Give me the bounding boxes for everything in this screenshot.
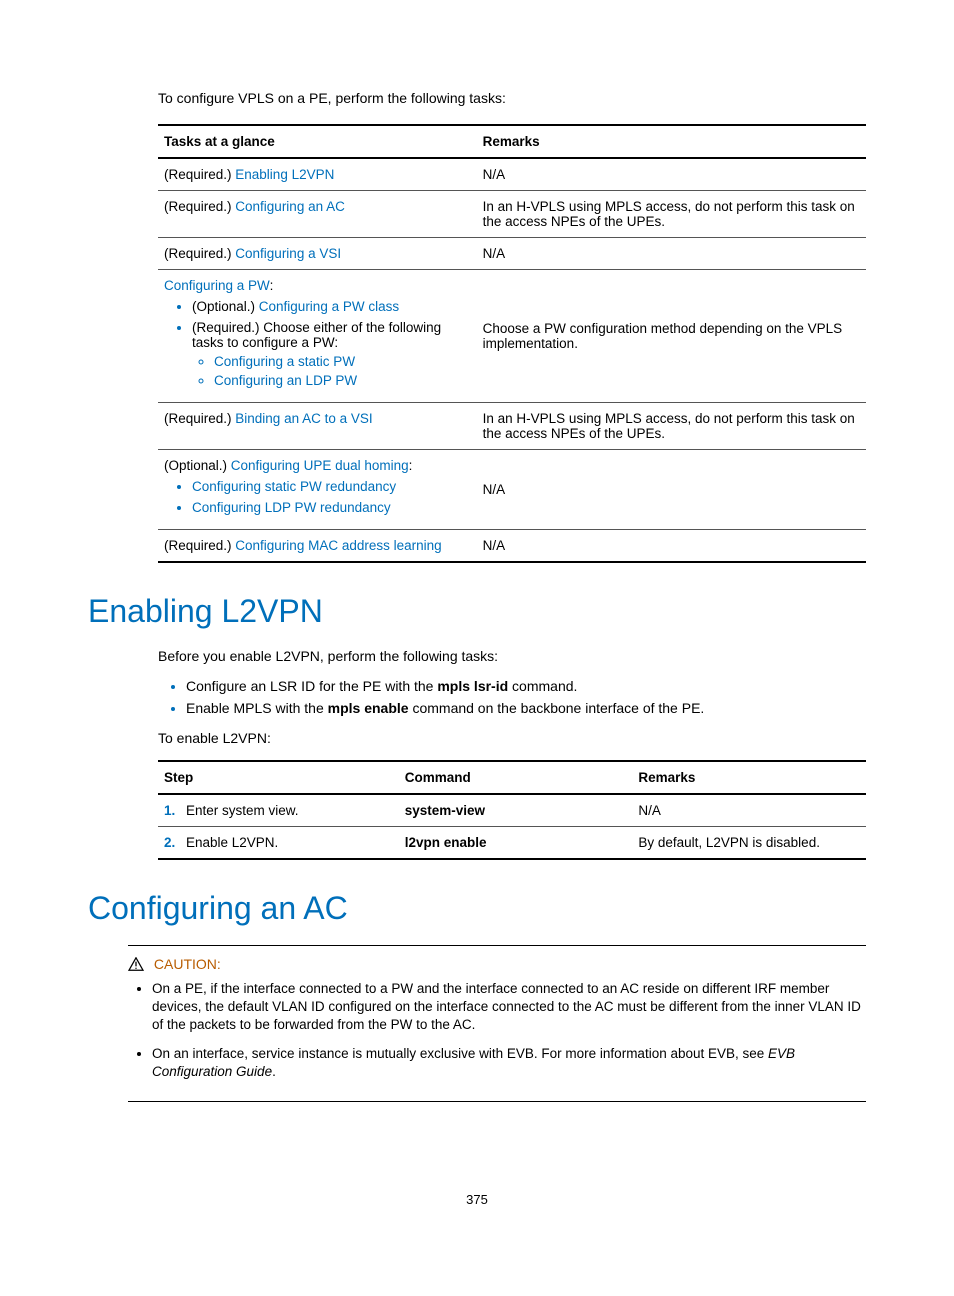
step-number: 2. — [164, 835, 186, 850]
task-row: (Optional.) Configuring UPE dual homing:… — [158, 450, 866, 530]
task-prefix: (Optional.) — [192, 299, 259, 314]
step-text: Enable L2VPN. — [186, 835, 278, 850]
task-prefix: (Required.) — [164, 411, 235, 426]
task-prefix: (Required.) — [164, 246, 235, 261]
step-remark: By default, L2VPN is disabled. — [632, 827, 866, 860]
task-row: Configuring a PW: (Optional.) Configurin… — [158, 270, 866, 403]
caution-box: CAUTION: On a PE, if the interface conne… — [128, 945, 866, 1102]
task-text: (Required.) Choose either of the followi… — [192, 320, 441, 350]
link-static-pw-redundancy[interactable]: Configuring static PW redundancy — [192, 479, 396, 494]
task-remark: N/A — [477, 450, 866, 530]
tasks-header-col2: Remarks — [477, 125, 866, 158]
task-remark: In an H-VPLS using MPLS access, do not p… — [477, 191, 866, 238]
task-row: (Required.) Binding an AC to a VSI In an… — [158, 403, 866, 450]
task-prefix: (Optional.) — [164, 458, 231, 473]
caution-label: CAUTION: — [154, 956, 221, 972]
task-row: (Required.) Enabling L2VPN N/A — [158, 158, 866, 191]
tasks-table: Tasks at a glance Remarks (Required.) En… — [158, 124, 866, 563]
colon: : — [409, 458, 413, 473]
steps-header-step: Step — [158, 761, 399, 794]
link-configuring-vsi[interactable]: Configuring a VSI — [235, 246, 341, 261]
step-command: system-view — [399, 794, 633, 827]
task-prefix: (Required.) — [164, 538, 235, 553]
steps-table: Step Command Remarks 1.Enter system view… — [158, 760, 866, 860]
task-remark: N/A — [477, 530, 866, 563]
task-remark: N/A — [477, 158, 866, 191]
link-configuring-static-pw[interactable]: Configuring a static PW — [214, 354, 355, 369]
step-text: Enter system view. — [186, 803, 299, 818]
caution-item: On a PE, if the interface connected to a… — [152, 980, 866, 1035]
heading-enabling-l2vpn: Enabling L2VPN — [88, 593, 866, 630]
link-configuring-ac[interactable]: Configuring an AC — [235, 199, 345, 214]
tasks-header-col1: Tasks at a glance — [158, 125, 477, 158]
task-row: (Required.) Configuring MAC address lear… — [158, 530, 866, 563]
step-row: 2.Enable L2VPN. l2vpn enable By default,… — [158, 827, 866, 860]
task-prefix: (Required.) — [164, 199, 235, 214]
link-configuring-mac-learning[interactable]: Configuring MAC address learning — [235, 538, 441, 553]
steps-header-remarks: Remarks — [632, 761, 866, 794]
task-remark: In an H-VPLS using MPLS access, do not p… — [477, 403, 866, 450]
link-configuring-upe-dual-homing[interactable]: Configuring UPE dual homing — [231, 458, 409, 473]
list-item: Configure an LSR ID for the PE with the … — [186, 678, 866, 694]
link-configuring-pw[interactable]: Configuring a PW — [164, 278, 270, 293]
steps-header-command: Command — [399, 761, 633, 794]
intro-text: To configure VPLS on a PE, perform the f… — [158, 90, 866, 106]
step-number: 1. — [164, 803, 186, 818]
caution-icon — [128, 956, 154, 972]
task-row: (Required.) Configuring an AC In an H-VP… — [158, 191, 866, 238]
page-number: 375 — [88, 1192, 866, 1207]
link-configuring-pw-class[interactable]: Configuring a PW class — [259, 299, 399, 314]
step-row: 1.Enter system view. system-view N/A — [158, 794, 866, 827]
task-remark: Choose a PW configuration method dependi… — [477, 270, 866, 403]
link-configuring-ldp-pw[interactable]: Configuring an LDP PW — [214, 373, 357, 388]
link-binding-ac-vsi[interactable]: Binding an AC to a VSI — [235, 411, 372, 426]
link-ldp-pw-redundancy[interactable]: Configuring LDP PW redundancy — [192, 500, 391, 515]
task-row: (Required.) Configuring a VSI N/A — [158, 238, 866, 270]
section1-intro2: To enable L2VPN: — [158, 730, 866, 746]
heading-configuring-ac: Configuring an AC — [88, 890, 866, 927]
list-item: Enable MPLS with the mpls enable command… — [186, 700, 866, 716]
section1-intro: Before you enable L2VPN, perform the fol… — [158, 648, 866, 664]
step-remark: N/A — [632, 794, 866, 827]
step-command: l2vpn enable — [399, 827, 633, 860]
task-remark: N/A — [477, 238, 866, 270]
colon: : — [270, 278, 274, 293]
caution-item: On an interface, service instance is mut… — [152, 1045, 866, 1081]
task-prefix: (Required.) — [164, 167, 235, 182]
link-enabling-l2vpn[interactable]: Enabling L2VPN — [235, 167, 334, 182]
